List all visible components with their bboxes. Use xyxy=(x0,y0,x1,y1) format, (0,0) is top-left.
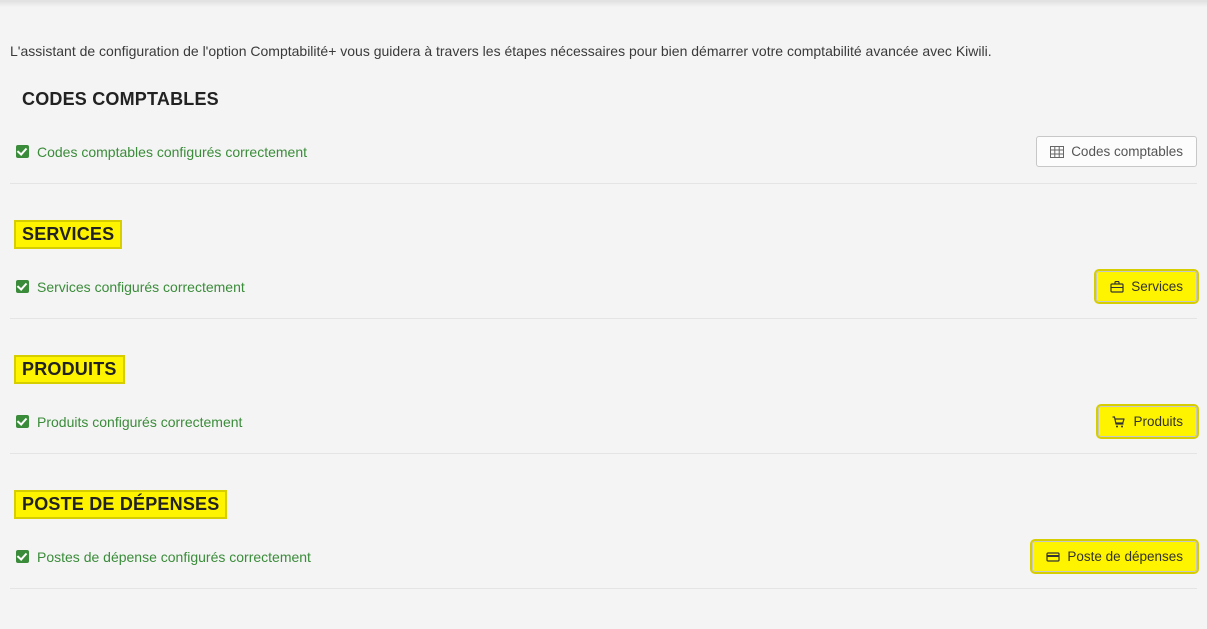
section-produits: PRODUITS Produits configurés correctemen… xyxy=(10,357,1197,454)
intro-text: L'assistant de configuration de l'option… xyxy=(10,9,1197,87)
section-depenses: POSTE DE DÉPENSES Postes de dépense conf… xyxy=(10,492,1197,589)
section-codes-comptables: CODES COMPTABLES Codes comptables config… xyxy=(10,87,1197,184)
button-label: Produits xyxy=(1133,414,1183,429)
status-produits: Produits configurés correctement xyxy=(16,414,242,430)
section-row: Codes comptables configurés correctement… xyxy=(16,136,1197,177)
status-services: Services configurés correctement xyxy=(16,279,245,295)
top-shadow xyxy=(0,1,1207,7)
section-row: Postes de dépense configurés correctemen… xyxy=(16,541,1197,582)
section-title-depenses: POSTE DE DÉPENSES xyxy=(16,492,225,517)
section-title-codes: CODES COMPTABLES xyxy=(16,87,225,112)
grid-icon xyxy=(1050,146,1064,158)
check-icon xyxy=(16,145,29,158)
section-row: Services configurés correctement Service… xyxy=(16,271,1197,312)
codes-comptables-button[interactable]: Codes comptables xyxy=(1036,136,1197,167)
credit-card-icon xyxy=(1046,551,1060,563)
check-icon xyxy=(16,550,29,563)
check-icon xyxy=(16,280,29,293)
status-text: Services configurés correctement xyxy=(37,279,245,295)
produits-button[interactable]: Produits xyxy=(1098,406,1197,437)
status-codes: Codes comptables configurés correctement xyxy=(16,144,307,160)
briefcase-icon xyxy=(1110,281,1124,293)
cart-icon xyxy=(1112,416,1126,428)
services-button[interactable]: Services xyxy=(1096,271,1197,302)
section-row: Produits configurés correctement Produit… xyxy=(16,406,1197,447)
section-title-services: SERVICES xyxy=(16,222,120,247)
button-label: Poste de dépenses xyxy=(1067,549,1183,564)
status-text: Postes de dépense configurés correctemen… xyxy=(37,549,311,565)
config-wizard-page: L'assistant de configuration de l'option… xyxy=(0,0,1207,629)
section-services: SERVICES Services configurés correctemen… xyxy=(10,222,1197,319)
section-title-produits: PRODUITS xyxy=(16,357,123,382)
status-text: Produits configurés correctement xyxy=(37,414,242,430)
poste-depenses-button[interactable]: Poste de dépenses xyxy=(1032,541,1197,572)
button-label: Codes comptables xyxy=(1071,144,1183,159)
button-label: Services xyxy=(1131,279,1183,294)
status-text: Codes comptables configurés correctement xyxy=(37,144,307,160)
status-depenses: Postes de dépense configurés correctemen… xyxy=(16,549,311,565)
check-icon xyxy=(16,415,29,428)
